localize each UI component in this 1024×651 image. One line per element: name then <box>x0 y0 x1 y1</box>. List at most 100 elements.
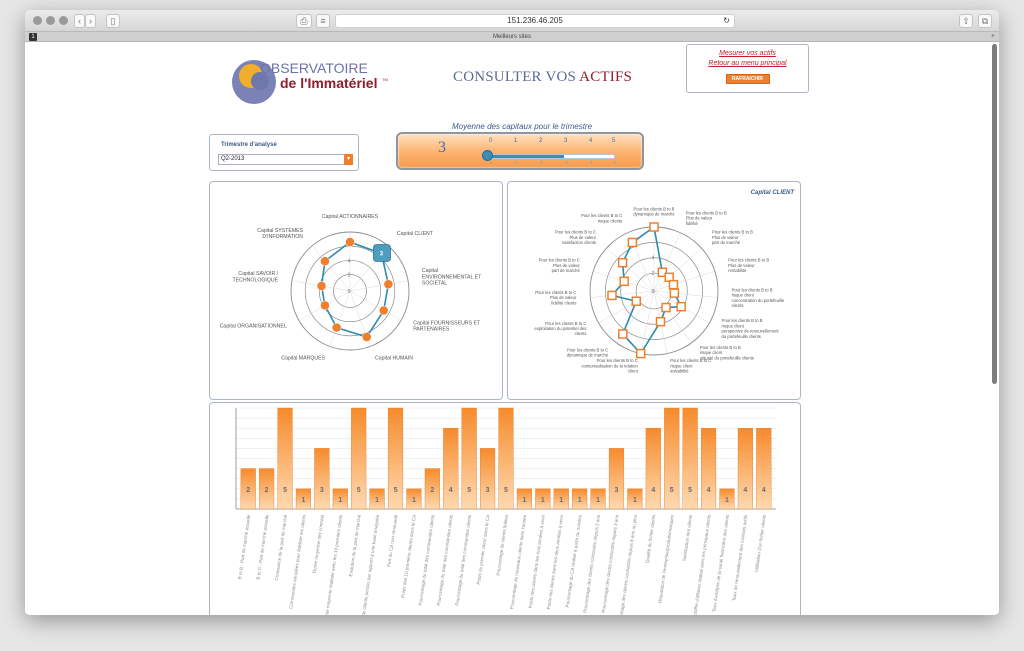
bar-category-label-24: Satisfaction des clients <box>682 514 694 562</box>
bar-value-label-25: 4 <box>707 487 711 494</box>
bar-value-label-20: 3 <box>615 487 619 494</box>
reload-icon[interactable]: ↻ <box>723 15 730 27</box>
client-capital-radar-chart: Capital CLIENT 0 2 4 Pour les clients B to B… <box>535 190 796 373</box>
bar-value-label-19: 1 <box>596 497 600 504</box>
bar-value-label-18: 1 <box>578 497 582 504</box>
bar-category-label-4: Durée moyenne des contrats <box>312 514 325 574</box>
client-radar-point-14 <box>627 237 638 248</box>
bar-category-label-17: Poids des clients dans les deux années à… <box>546 514 564 610</box>
capital-radar-point-0 <box>345 237 355 247</box>
bar-25 <box>700 428 717 510</box>
client-radar-axis-label-1: Pour les clients B to B Plus de valeur fid… <box>686 211 727 226</box>
client-radar-axis-label-4: Pour les clients B to Brisque client conc… <box>732 287 785 308</box>
indicators-bar-panel: 2 B to B - Part de marché actuelle 2 B to C… <box>209 402 801 615</box>
bar-value-label-27: 4 <box>743 487 747 494</box>
capital-radar-axis-label-7: Capital SAVOIR / TECHNOLOGIQUE <box>233 271 279 283</box>
client-radar-axis-label-12: Pour les clients B to C Plus de valeur par… <box>539 258 581 273</box>
capital-radar-axis-2 <box>349 280 409 292</box>
client-radar-axis-label-9: Pour les clients B to Cdynamique de marc… <box>567 348 609 358</box>
capital-radar-axis-label-2: Capital ENVIRONNEMENTAL ET SOCIETAL <box>422 268 482 286</box>
close-window-dot[interactable] <box>33 16 42 25</box>
bar-value-label-8: 5 <box>394 487 398 494</box>
client-radar-axis-label-10: Pour les clients B to Cexploitation du p… <box>535 321 587 336</box>
capital-radar-point-4 <box>361 332 372 342</box>
bar-value-label-16: 1 <box>541 497 545 504</box>
capitals-radar-chart: 0 2 4 Capital ACTIONNAIRES Capital CLIENT Cap… <box>220 214 482 362</box>
client-radar-axis-label-7: Pour les clients B to Crisque client solv… <box>670 358 711 373</box>
browser-window: ‹ › ▯ ⎙ ≡ 151.236.46.205 ↻ ⇧ ⧉ 1 Meilleu… <box>25 10 999 615</box>
tab-title[interactable]: Meilleurs sites <box>493 34 531 40</box>
quarter-select[interactable]: Q2-2013 ▾ <box>218 154 353 165</box>
bar-category-label-14: Pourcentage de clients fidèles <box>496 514 510 576</box>
bar-category-label-11: Pourcentage du total des commandes clien… <box>436 514 454 606</box>
print-icon[interactable]: ⎙ <box>296 14 312 28</box>
bar-category-label-18: Pourcentage du CA réalisé à partir du no… <box>565 514 583 608</box>
bar-category-label-16: Poids des clients dans les trois années … <box>528 514 546 608</box>
bar-13 <box>480 448 496 510</box>
bar-category-label-7: Nombre de clients perdus par rapport à u… <box>358 514 380 615</box>
gauge-scale-1: 1 <box>514 138 518 144</box>
bar-value-label-3: 1 <box>301 497 305 504</box>
client-radar-axis-label-8: Pour les clients B to Ccontextualisation… <box>581 358 638 373</box>
indicators-bar-chart: 2 B to B - Part de marché actuelle 2 B to C… <box>235 407 776 615</box>
bar-value-label-5: 1 <box>338 497 342 504</box>
url-text: 151.236.46.205 <box>507 16 563 25</box>
client-radar-point-3 <box>668 279 679 290</box>
page-content: OBSERVATOIRE de l'Immatériel TM CONSULTE… <box>25 42 999 615</box>
page-title: CONSULTER VOS ACTIFS <box>453 69 632 86</box>
client-radar-axis-label-0: Pour les clients B to Bdynamique de marc… <box>633 206 675 216</box>
bar-27 <box>737 428 753 510</box>
bar-11 <box>443 428 459 510</box>
zoom-window-dot[interactable] <box>59 16 68 25</box>
capital-radar-point-5 <box>331 322 342 333</box>
share-icon[interactable]: ⇧ <box>959 14 973 28</box>
logo-line1: OBSERVATOIRE <box>260 60 368 76</box>
capital-radar-axis-label-0: Capital ACTIONNAIRES <box>322 214 379 220</box>
bar-category-label-15: Pourcentage de nouveaux clients dans l'a… <box>509 514 527 609</box>
bar-category-label-3: Commandes annulées pour fidéliser les cl… <box>288 514 306 609</box>
bar-category-label-21: Pourcentage des clients contractés depui… <box>617 514 638 615</box>
client-radar-point-5 <box>676 301 686 312</box>
measure-assets-link[interactable]: Mesurer vos actifs <box>687 50 808 57</box>
client-radar-axis-13 <box>606 248 655 292</box>
gauge-caption: Moyenne des capitaux pour le trimestre <box>451 122 593 131</box>
client-radar-title: Capital CLIENT <box>751 190 796 196</box>
chevron-down-icon[interactable]: ▾ <box>344 154 353 165</box>
client-radar-point-10 <box>631 296 642 306</box>
address-bar[interactable]: 151.236.46.205 ↻ <box>335 14 735 28</box>
minimize-window-dot[interactable] <box>46 16 55 25</box>
bar-value-label-0: 2 <box>246 487 250 494</box>
bar-value-label-15: 1 <box>522 497 526 504</box>
bar-category-label-27: Taux de renouvellement des contrats acti… <box>731 514 748 602</box>
forward-arrow-icon[interactable]: › <box>85 14 96 28</box>
back-to-main-menu-link[interactable]: Retour au menu principal <box>687 60 808 67</box>
gauge-slider-knob[interactable] <box>482 150 493 161</box>
bar-value-label-22: 4 <box>651 487 655 494</box>
reader-icon[interactable]: ≡ <box>316 14 330 28</box>
new-tab-icon[interactable]: + <box>991 32 995 42</box>
vertical-scrollbar[interactable] <box>992 44 997 384</box>
bar-value-label-2: 5 <box>283 487 287 494</box>
tabs-overview-icon[interactable]: ⧉ <box>978 14 992 28</box>
gauge-fill <box>488 155 564 158</box>
sidebar-icon[interactable]: ▯ <box>106 14 120 28</box>
bar-category-label-8: Part du CA non renouvelé <box>386 514 398 567</box>
client-radar-point-9 <box>618 329 628 339</box>
bar-category-label-13: Poids du premier client dans le CA <box>476 514 491 585</box>
capital-radar-point-2 <box>383 279 394 289</box>
bar-value-label-24: 5 <box>688 487 692 494</box>
bar-value-label-11: 4 <box>449 487 453 494</box>
bar-category-label-1: B to C - Part de marché actuelle <box>256 514 270 580</box>
client-radar-ring-label-2: 4 <box>652 256 655 262</box>
gauge-value: 3 <box>438 139 446 156</box>
bar-value-label-23: 5 <box>670 487 674 494</box>
bar-value-label-26: 1 <box>725 497 729 504</box>
capital-radar-point-6 <box>320 300 330 311</box>
capital-radar-axis-label-1: Capital CLIENT <box>397 231 434 237</box>
gauge-scale-2: 2 <box>539 138 543 144</box>
bar-value-label-4: 3 <box>320 487 324 494</box>
bar-22 <box>645 428 661 510</box>
back-arrow-icon[interactable]: ‹ <box>74 14 85 28</box>
refresh-button[interactable]: RAFRAICHIR <box>725 74 770 84</box>
capital-radar-ring-label-0: 0 <box>348 289 351 295</box>
